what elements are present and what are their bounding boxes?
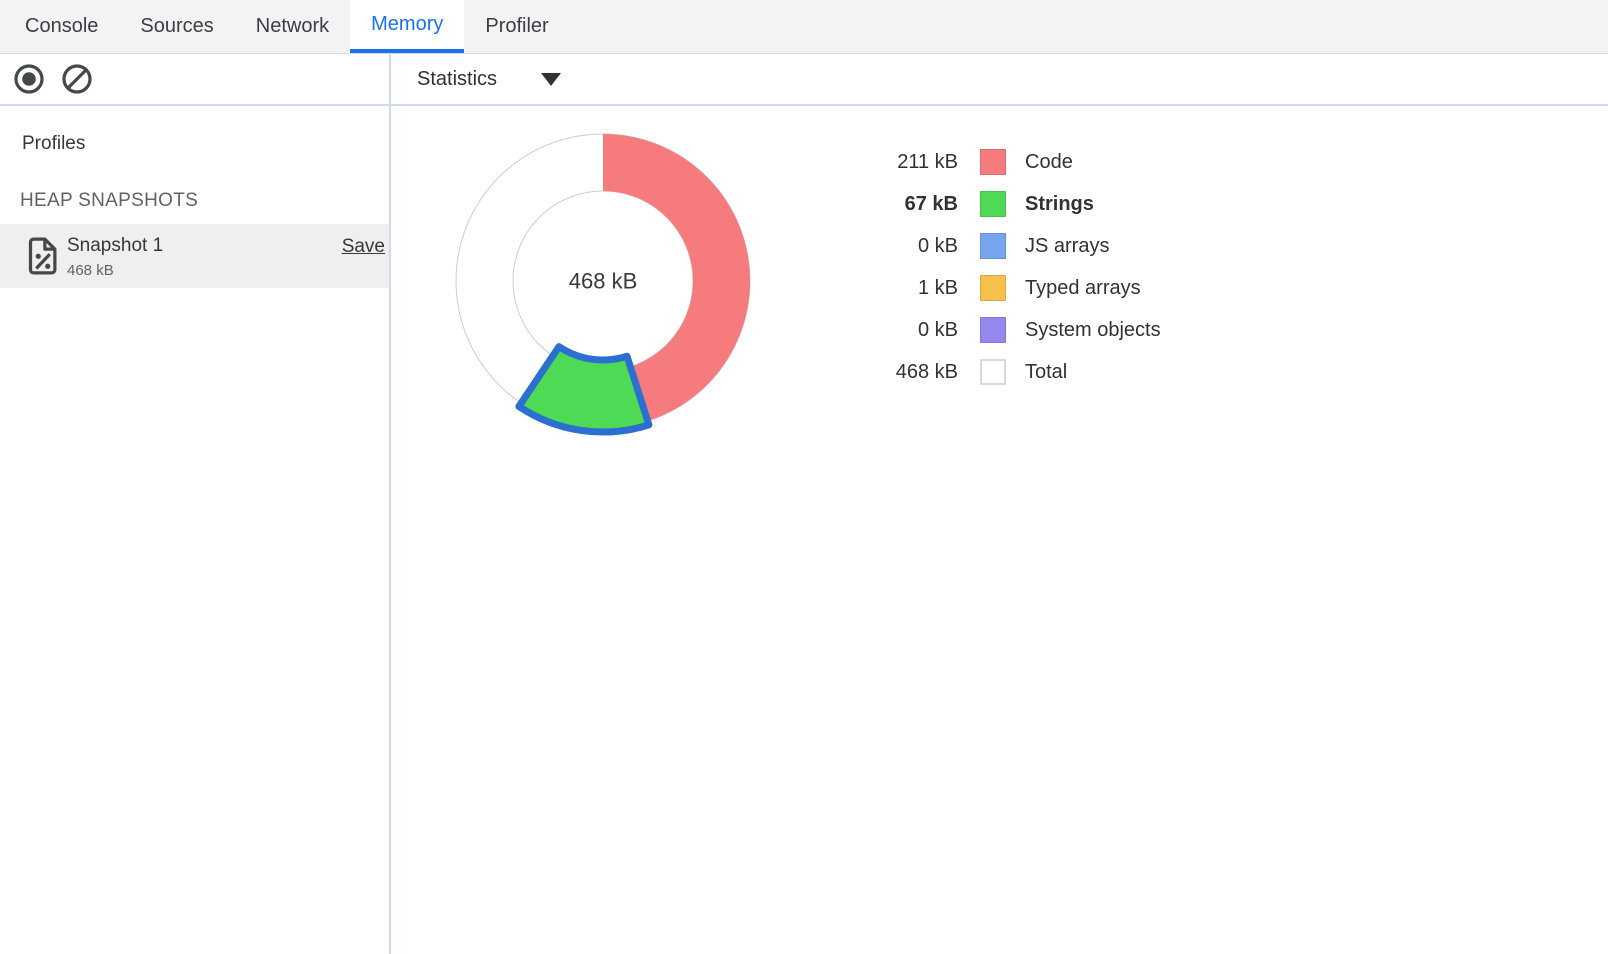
devtools-memory-panel: Console Sources Network Memory Profiler … — [0, 0, 1608, 954]
legend-label: Total — [1025, 361, 1067, 384]
legend-value: 1 kB — [830, 277, 958, 300]
legend-swatch-typed-arrays — [980, 275, 1006, 301]
donut-center-label: 468 kB — [569, 269, 638, 294]
donut-chart-svg: 468 kB — [448, 126, 760, 438]
record-icon — [13, 63, 45, 95]
profiles-title: Profiles — [22, 133, 85, 155]
tab-network[interactable]: Network — [235, 0, 350, 53]
donut-slice-strings[interactable] — [519, 347, 649, 432]
legend-swatch-system-objects — [980, 317, 1006, 343]
legend-row-system-objects[interactable]: 0 kB System objects — [830, 309, 1161, 351]
legend-row-js-arrays[interactable]: 0 kB JS arrays — [830, 225, 1161, 267]
legend-row-strings[interactable]: 67 kB Strings — [830, 183, 1161, 225]
devtools-tab-bar: Console Sources Network Memory Profiler — [0, 0, 1608, 54]
legend-label: Typed arrays — [1025, 277, 1141, 300]
save-snapshot-link[interactable]: Save — [342, 236, 385, 258]
sidebar-item-snapshot-1[interactable]: Snapshot 1 468 kB Save — [0, 224, 389, 288]
statistics-donut-chart: 468 kB — [448, 126, 760, 438]
heap-snapshots-section-title: HEAP SNAPSHOTS — [20, 190, 198, 212]
legend-swatch-js-arrays — [980, 233, 1006, 259]
legend-label: System objects — [1025, 319, 1161, 342]
legend-swatch-code — [980, 149, 1006, 175]
legend-label: Code — [1025, 151, 1073, 174]
legend: 211 kB Code 67 kB Strings 0 kB JS arrays 1 kB T… — [830, 141, 1161, 393]
snapshot-name: Snapshot 1 — [67, 235, 163, 257]
snapshot-size: 468 kB — [67, 262, 114, 279]
legend-label: JS arrays — [1025, 235, 1109, 258]
block-icon — [61, 63, 93, 95]
tab-memory[interactable]: Memory — [350, 0, 464, 53]
legend-row-typed-arrays[interactable]: 1 kB Typed arrays — [830, 267, 1161, 309]
legend-value: 0 kB — [830, 319, 958, 342]
record-heap-snapshot-button[interactable] — [12, 62, 46, 96]
tab-console[interactable]: Console — [4, 0, 119, 53]
legend-swatch-total — [980, 359, 1006, 385]
legend-swatch-strings — [980, 191, 1006, 217]
perspective-select-value: Statistics — [417, 68, 497, 91]
legend-value: 211 kB — [830, 151, 958, 174]
legend-label: Strings — [1025, 193, 1094, 216]
perspective-select[interactable]: Statistics — [417, 54, 561, 104]
heap-snapshot-file-icon — [28, 237, 58, 275]
memory-toolbar: Statistics — [0, 54, 1608, 106]
tab-sources[interactable]: Sources — [119, 0, 234, 53]
legend-value: 468 kB — [830, 361, 958, 384]
legend-row-code[interactable]: 211 kB Code — [830, 141, 1161, 183]
clear-profiles-button[interactable] — [60, 62, 94, 96]
legend-value: 67 kB — [830, 193, 958, 216]
tab-profiler[interactable]: Profiler — [464, 0, 569, 53]
legend-value: 0 kB — [830, 235, 958, 258]
sidebar-divider[interactable] — [389, 54, 391, 954]
legend-row-total[interactable]: 468 kB Total — [830, 351, 1161, 393]
chevron-down-icon — [541, 73, 561, 86]
